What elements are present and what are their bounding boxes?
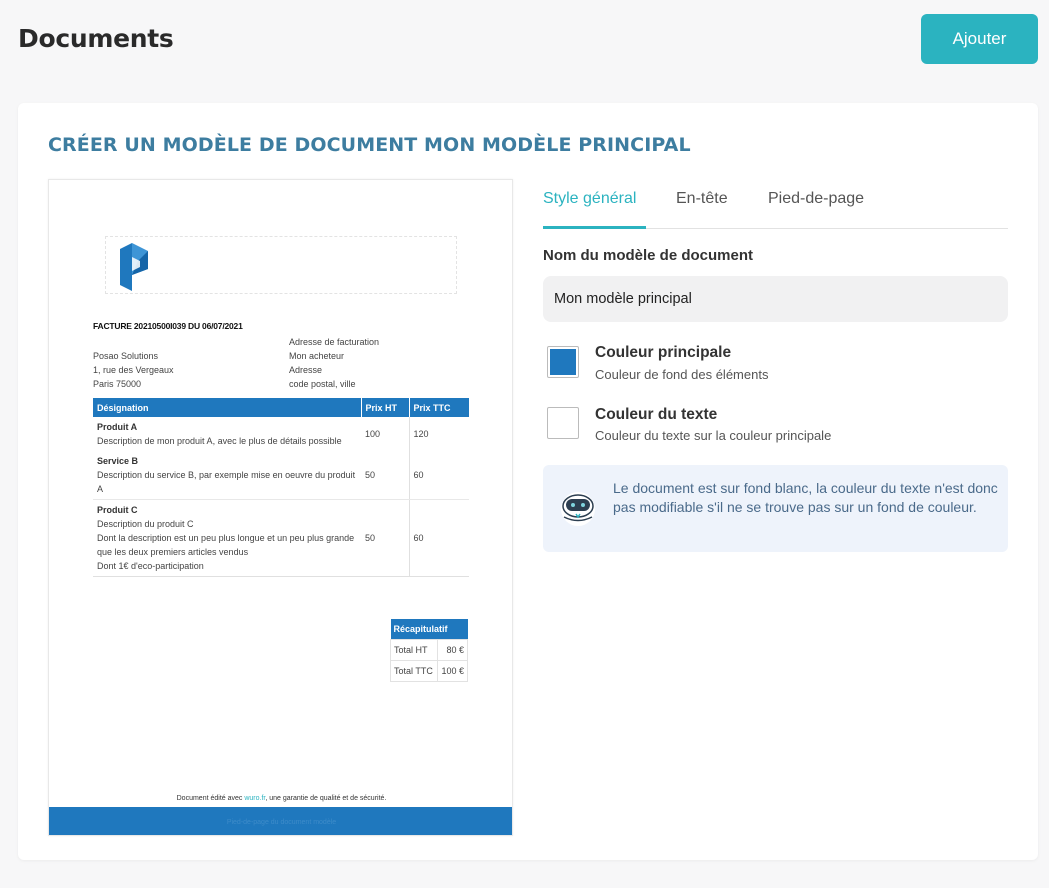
item-desc: Description de mon produit A, avec le pl… [97, 436, 342, 446]
footer-bar-text: Pied-de-page du document modèle [226, 818, 337, 826]
tab-en-tete[interactable]: En-tête [676, 190, 728, 208]
seller-line: 1, rue des Vergeaux [93, 365, 174, 375]
col-designation: Désignation [93, 398, 361, 417]
item-ttc: 120 [413, 429, 429, 439]
item-designation: Service B Description du service B, par … [93, 451, 361, 500]
recap-label: Total HT [390, 638, 438, 661]
primary-color-fill [550, 349, 576, 375]
document-preview: FACTURE 20210500I039 DU 06/07/2021 Posao… [48, 179, 513, 836]
buyer-line: Adresse [289, 365, 323, 375]
item-ttc: 60 [409, 451, 469, 500]
recap-table: Récapitulatif Total HT 80 € Total TTC 10… [390, 619, 469, 682]
item-desc: Dont 1€ d'eco-participation [97, 561, 204, 571]
buyer-line: code postal, ville [289, 379, 356, 389]
col-prix-ttc: Prix TTC [408, 398, 469, 417]
buyer-address: Adresse de facturation Mon acheteur Adre… [289, 335, 379, 391]
buyer-line: Mon acheteur [289, 351, 345, 361]
item-desc: Dont la description est un peu plus long… [97, 533, 355, 543]
table-row: Produit A Description de mon produit A, … [93, 417, 469, 451]
item-desc: Description du produit C [97, 519, 194, 529]
footer-note-suffix: , une garantie de qualité et de sécurité… [265, 795, 387, 802]
logo-area[interactable] [105, 236, 457, 294]
items-table-header: Désignation Prix HT Prix TTC [93, 398, 469, 417]
item-desc: Description du service B, par exemple mi… [97, 470, 356, 494]
preview-footer-note: Document édité avec wuro.fr, une garanti… [49, 795, 512, 802]
item-ht: 50 [361, 451, 410, 500]
table-row: Produit C Description du produit C Dont … [93, 499, 469, 577]
footer-note-link[interactable]: wuro.fr [244, 795, 265, 802]
template-editor-card: CRÉER UN MODÈLE DE DOCUMENT MON MODÈLE P… [18, 103, 1038, 860]
seller-line: Paris 75000 [93, 379, 142, 389]
item-name: Service B [97, 456, 139, 466]
preview-footer-bar[interactable]: Pied-de-page du document modèle [49, 807, 512, 835]
primary-color-swatch[interactable] [547, 346, 579, 378]
item-name: Produit A [97, 422, 138, 432]
page-title: Documents [18, 24, 174, 53]
buyer-line: Adresse de facturation [289, 337, 380, 347]
item-desc: que les deux premiers articles vendus [97, 547, 249, 557]
recap-row: Total TTC 100 € [390, 659, 469, 682]
item-ttc: 60 [409, 499, 469, 577]
item-designation: Produit C Description du produit C Dont … [93, 499, 361, 577]
col-prix-ht: Prix HT [360, 398, 409, 417]
item-ht: 50 [361, 499, 410, 577]
recap-value: 80 € [436, 638, 469, 661]
card-title: CRÉER UN MODÈLE DE DOCUMENT MON MODÈLE P… [48, 134, 691, 156]
company-logo-icon [120, 243, 148, 291]
add-button[interactable]: Ajouter [921, 14, 1038, 64]
template-name-input[interactable] [543, 276, 1008, 322]
tab-pied-de-page[interactable]: Pied-de-page [768, 190, 864, 208]
tab-style-general[interactable]: Style général [543, 190, 636, 208]
seller-address: Posao Solutions 1, rue des Vergeaux Pari… [93, 349, 174, 391]
recap-title: Récapitulatif [390, 619, 468, 639]
items-table: Désignation Prix HT Prix TTC Produit A D… [93, 398, 469, 577]
item-designation: Produit A Description de mon produit A, … [93, 417, 361, 451]
recap-row: Total HT 80 € [390, 638, 469, 661]
recap-value: 100 € [436, 659, 469, 682]
table-row: Service B Description du service B, par … [93, 451, 469, 500]
invoice-title: FACTURE 20210500I039 DU 06/07/2021 [93, 321, 243, 331]
text-color-fill [550, 410, 576, 436]
style-tabs: Style général En-tête Pied-de-page [543, 179, 1008, 229]
recap-label: Total TTC [390, 659, 438, 682]
item-ht: 100 [361, 417, 410, 451]
active-tab-indicator [543, 226, 646, 229]
footer-note-prefix: Document édité avec [176, 795, 245, 802]
item-name: Produit C [97, 505, 138, 515]
text-color-swatch[interactable] [547, 407, 579, 439]
seller-line: Posao Solutions [93, 351, 159, 361]
